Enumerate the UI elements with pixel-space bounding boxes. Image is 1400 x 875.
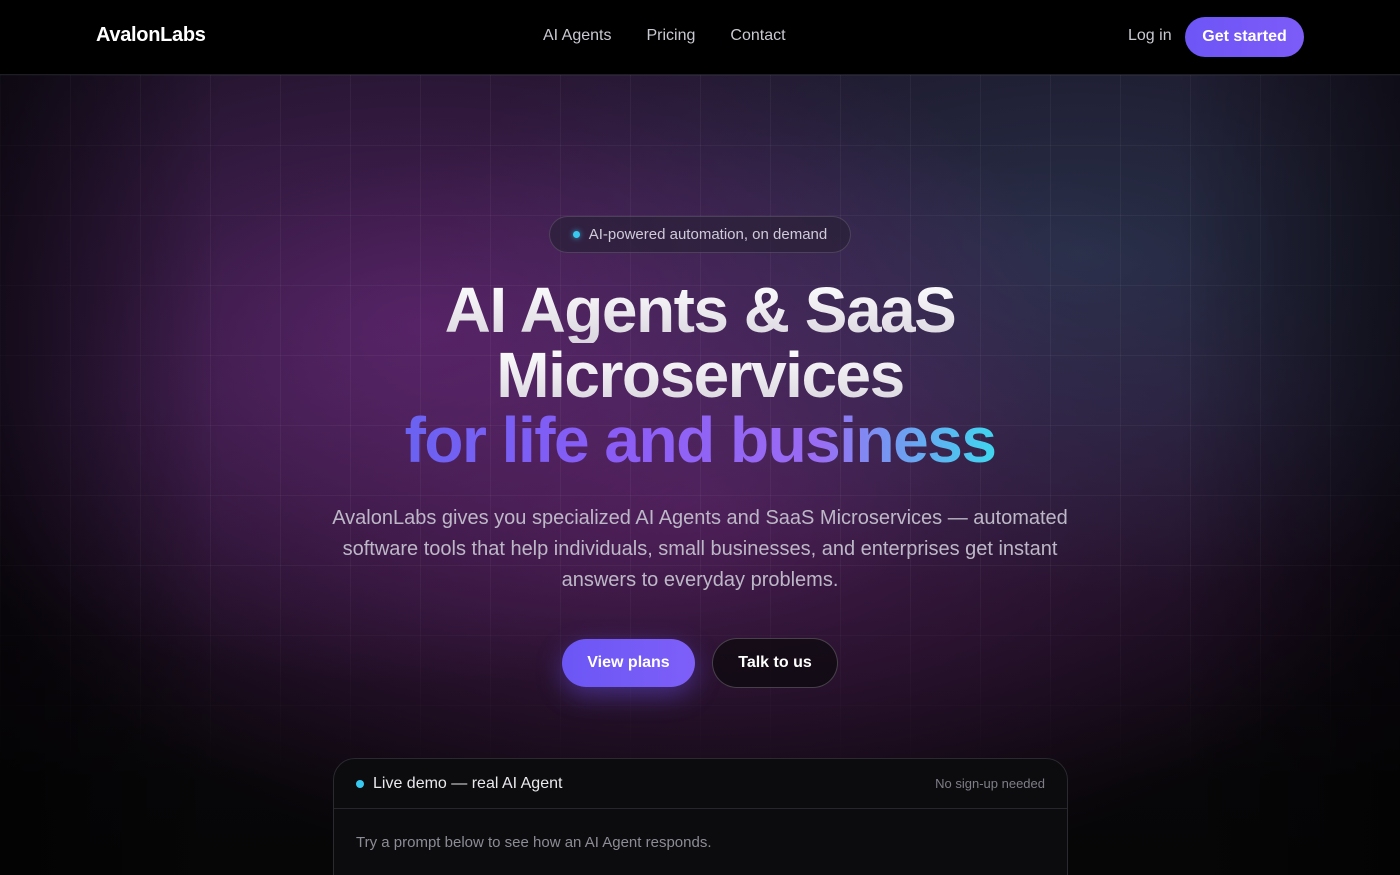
headline-line-3: for life and business <box>404 404 997 476</box>
hero-subtitle: AvalonLabs gives you specialized AI Agen… <box>332 507 1068 591</box>
view-plans-button[interactable]: View plans <box>562 639 695 687</box>
nav-link-pricing[interactable]: Pricing <box>647 27 696 45</box>
status-dot-icon <box>572 231 580 238</box>
logo[interactable]: AvalonLabs <box>96 24 206 47</box>
talk-to-us-button[interactable]: Talk to us <box>712 638 838 688</box>
headline-line-2: Microservices <box>0 343 1400 408</box>
hero-headline: AI Agents & SaaS Microservices for life … <box>0 278 1400 473</box>
demo-card-header: Live demo — real AI Agent No sign-up nee… <box>334 759 1067 809</box>
hero-badge-label: AI-powered automation, on demand <box>588 226 828 243</box>
nav-link-ai-agents[interactable]: AI Agents <box>543 27 612 45</box>
demo-note: No sign-up needed <box>935 776 1045 791</box>
landing-page: AvalonLabs AI Agents Pricing Contact Log… <box>0 0 1400 875</box>
top-nav: AvalonLabs AI Agents Pricing Contact Log… <box>0 0 1400 75</box>
get-started-button[interactable]: Get started <box>1185 17 1304 57</box>
demo-title: Live demo — real AI Agent <box>356 775 562 793</box>
nav-links: AI Agents Pricing Contact <box>543 27 786 45</box>
headline-line-1: AI Agents & SaaS <box>0 278 1400 343</box>
live-demo-card: Live demo — real AI Agent No sign-up nee… <box>333 758 1068 875</box>
demo-prompt-hint: Try a prompt below to see how an AI Agen… <box>356 834 712 851</box>
live-dot-icon <box>356 779 364 788</box>
nav-link-contact[interactable]: Contact <box>730 27 785 45</box>
demo-title-label: Live demo — real AI Agent <box>373 774 563 792</box>
login-link[interactable]: Log in <box>1128 27 1172 45</box>
hero-badge: AI-powered automation, on demand <box>549 216 851 253</box>
